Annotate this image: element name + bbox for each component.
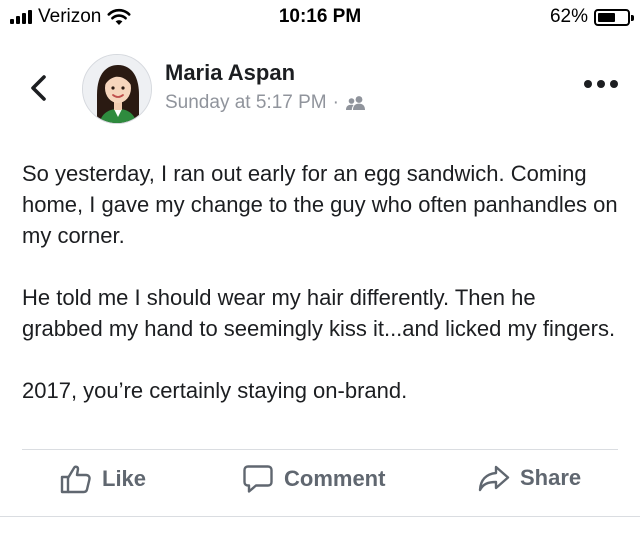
- meta-separator: ·: [332, 92, 339, 113]
- share-arrow-icon: [478, 465, 510, 492]
- status-time: 10:16 PM: [278, 6, 362, 27]
- post-paragraph: So yesterday, I ran out early for an egg…: [22, 161, 618, 248]
- author-name[interactable]: Maria Aspan: [165, 60, 295, 86]
- like-label: Like: [102, 466, 147, 491]
- thumbs-up-icon: [60, 465, 91, 494]
- post-paragraph: 2017, you’re certainly staying on-brand.: [22, 378, 408, 403]
- status-bar: Verizon 10:16 PM 62%: [0, 0, 640, 36]
- post-timestamp[interactable]: Sunday at 5:17 PM: [165, 92, 327, 114]
- post-header: Maria Aspan Sunday at 5:17 PM ·: [0, 50, 640, 130]
- friends-icon: [345, 96, 365, 110]
- share-label: Share: [520, 465, 582, 490]
- status-right: 62%: [549, 6, 634, 28]
- comment-label: Comment: [284, 466, 386, 491]
- post-paragraph: He told me I should wear my hair differe…: [22, 285, 616, 341]
- battery-level-fill: [598, 12, 616, 22]
- comment-button[interactable]: Comment: [242, 464, 385, 494]
- share-button[interactable]: Share: [478, 464, 581, 492]
- actions-divider: [22, 449, 618, 450]
- avatar[interactable]: [82, 54, 152, 124]
- post-body: So yesterday, I ran out early for an egg…: [22, 158, 622, 406]
- back-chevron-icon[interactable]: [26, 72, 52, 104]
- battery-percent: 62%: [549, 6, 588, 27]
- like-button[interactable]: Like: [60, 464, 146, 494]
- battery-icon: [594, 8, 634, 26]
- bottom-divider: [0, 516, 640, 517]
- post-meta: Sunday at 5:17 PM ·: [165, 92, 367, 114]
- more-options-icon[interactable]: [584, 80, 618, 88]
- comment-icon: [243, 465, 273, 493]
- post-actions: Like Comment Share: [0, 452, 640, 516]
- avatar-illustration: [83, 55, 151, 123]
